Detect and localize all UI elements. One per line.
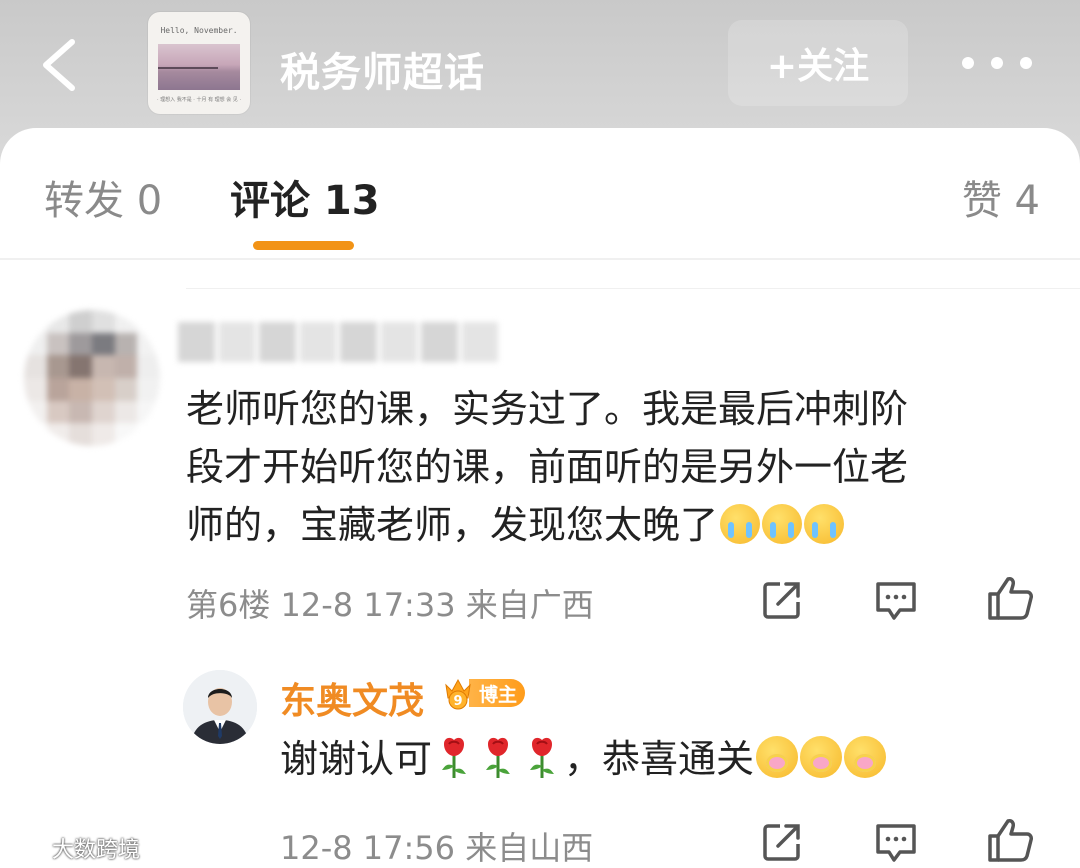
chevron-left-icon <box>43 39 75 91</box>
crown-icon: 9 <box>445 678 471 710</box>
blogger-badge: 9 博主 <box>443 674 529 712</box>
comment-button[interactable] <box>873 578 923 628</box>
back-button[interactable] <box>38 38 82 92</box>
thumbnail-pier <box>158 67 218 69</box>
watermark-text: 大数跨境 <box>52 838 141 863</box>
tab-repost[interactable]: 转发 0 <box>44 168 162 226</box>
rose-emoji-icon <box>530 737 555 778</box>
share-button[interactable] <box>760 578 810 628</box>
comment-button[interactable] <box>873 820 923 868</box>
avatar[interactable] <box>183 670 257 744</box>
tab-bar: 转发 0 评论 13 赞 4 <box>0 128 1080 258</box>
flower-emoji-icon <box>844 736 887 778</box>
follow-button[interactable]: +关注 <box>728 20 908 106</box>
topic-thumbnail[interactable]: Hello, November. · 理想入 我不是 · 十月 有 理想 会 见… <box>148 12 250 114</box>
comment-icon <box>876 824 916 862</box>
flower-emoji-icon <box>800 736 843 778</box>
comment-text: 老师听您的课，实务过了。我是最后冲刺阶 段才开始听您的课，前面听的是另外一位老 … <box>186 380 1046 554</box>
svg-text:9: 9 <box>453 694 462 709</box>
active-tab-indicator <box>253 241 354 250</box>
comment-line: 老师听您的课，实务过了。我是最后冲刺阶 <box>186 387 909 431</box>
share-icon <box>763 824 800 861</box>
thumbs-up-icon <box>988 819 1033 862</box>
reply-text: 谢谢认可 ，恭喜通关 <box>280 733 887 785</box>
rose-emoji-icon <box>486 737 511 778</box>
share-icon <box>763 582 800 619</box>
comment-icon <box>876 582 916 620</box>
flower-emoji-icon <box>756 736 799 778</box>
tab-like[interactable]: 赞 4 <box>962 168 1040 226</box>
comment-line: 师的，宝藏老师，发现您太晚了 <box>186 496 1046 554</box>
rose-emoji-icon <box>442 737 467 778</box>
avatar[interactable] <box>24 310 160 446</box>
crying-emoji-icon <box>762 504 803 544</box>
comment-line: 段才开始听您的课，前面听的是另外一位老 <box>186 445 909 489</box>
comment-meta: 第6楼 12-8 17:33 来自广西 <box>186 586 594 624</box>
username-blurred[interactable] <box>178 322 498 362</box>
crying-emoji-icon <box>720 504 761 544</box>
more-dots-icon[interactable] <box>962 52 1032 74</box>
person-photo <box>183 670 257 744</box>
divider <box>0 258 1080 260</box>
crying-emoji-icon <box>804 504 845 544</box>
thumbnail-title: Hello, November. <box>160 26 238 35</box>
reply-meta: 12-8 17:56 来自山西 <box>280 829 594 867</box>
thumbs-up-icon <box>988 577 1033 620</box>
tab-comment[interactable]: 评论 13 <box>230 168 380 226</box>
like-button[interactable] <box>986 574 1036 624</box>
divider <box>186 288 1080 289</box>
watermark-logo-icon <box>9 840 39 856</box>
badge-label: 博主 <box>469 679 526 707</box>
watermark: 大数跨境 <box>8 832 140 864</box>
topic-title: 税务师超话 <box>280 50 485 96</box>
like-button[interactable] <box>986 816 1036 866</box>
reply-author-name[interactable]: 东奥文茂 <box>280 672 424 724</box>
share-button[interactable] <box>760 820 810 868</box>
thumbnail-caption: · 理想入 我不是 · 十月 有 理想 会 见 · <box>156 97 242 103</box>
